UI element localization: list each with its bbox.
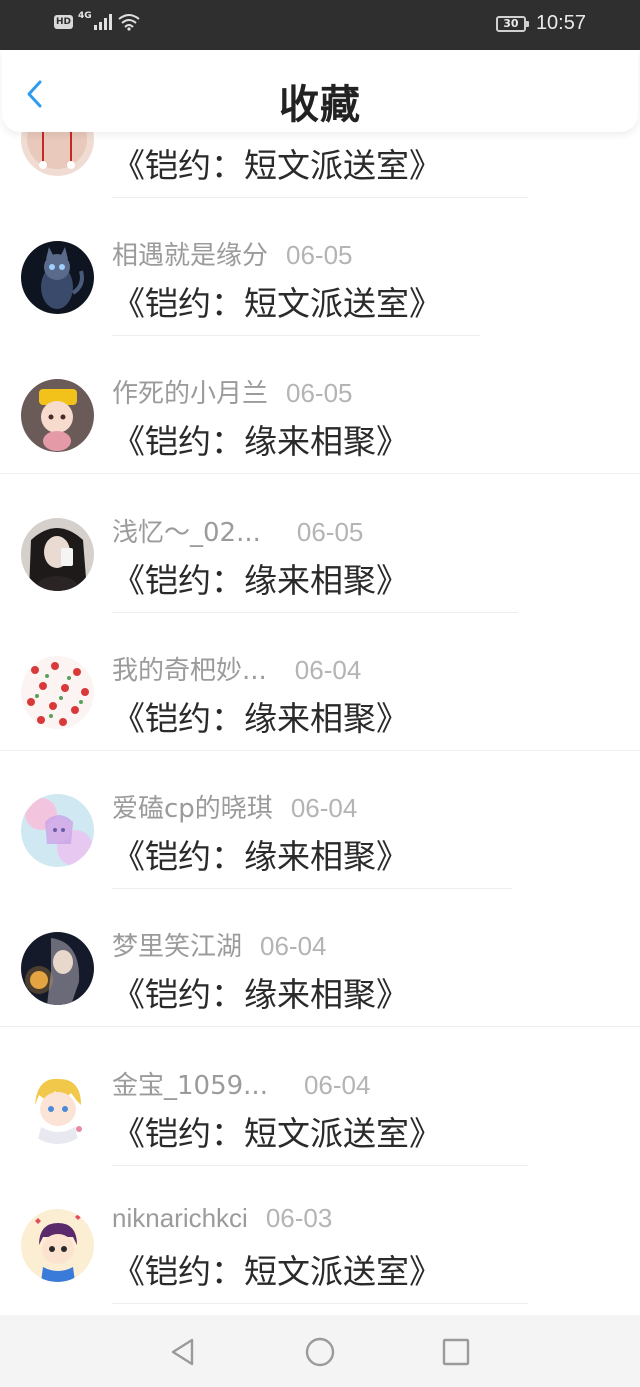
item-meta: 浅忆～_02... 06-05 — [112, 512, 363, 549]
nav-home-button[interactable] — [303, 1335, 337, 1369]
post-date: 06-04 — [260, 931, 327, 961]
post-date: 06-05 — [286, 240, 353, 270]
triangle-back-icon — [171, 1338, 194, 1366]
item-meta: 爱磕cp的晓琪 06-04 — [112, 788, 357, 825]
list-item[interactable]: 我的奇杷妙... 06-04 《铠约：缘来相聚》 — [0, 628, 640, 766]
hd-badge: HD — [54, 15, 74, 29]
author-name[interactable]: niknarichkci — [112, 1203, 248, 1234]
status-left: HD 4G — [54, 11, 140, 31]
circle-home-icon — [305, 1337, 335, 1367]
item-title: 《铠约：缘来相聚》 — [112, 837, 409, 876]
item-title: 《铠约：短文派送室》 — [112, 1114, 442, 1153]
item-meta: 梦里笑江湖 06-04 — [112, 926, 327, 963]
avatar[interactable] — [21, 1071, 94, 1144]
avatar[interactable] — [21, 932, 94, 1005]
wifi-icon — [118, 14, 140, 31]
avatar[interactable] — [21, 1209, 94, 1282]
author-name[interactable]: 爱磕cp的晓琪 — [112, 788, 273, 825]
divider — [112, 1303, 528, 1304]
status-bar: HD 4G 30 10:57 — [0, 0, 640, 50]
battery-icon: 30 — [495, 15, 529, 32]
list-item[interactable]: 梦里笑江湖 06-04 《铠约：缘来相聚》 — [0, 904, 640, 1042]
item-meta: 相遇就是缘分 06-05 — [112, 235, 353, 272]
divider — [112, 888, 512, 889]
item-title: 《铠约：缘来相聚》 — [112, 975, 409, 1014]
item-meta: 作死的小月兰 06-05 — [112, 373, 353, 410]
list-item[interactable]: niknarichkci 06-03 《铠约：短文派送室》 — [0, 1181, 640, 1319]
nav-back-button[interactable] — [166, 1335, 200, 1369]
author-name[interactable]: 金宝_1059... — [112, 1065, 268, 1102]
nav-recents-button[interactable] — [439, 1335, 473, 1369]
square-recents-icon — [442, 1338, 470, 1366]
divider — [0, 1026, 640, 1027]
clock: 10:57 — [535, 12, 586, 34]
divider — [0, 473, 640, 474]
avatar[interactable] — [21, 794, 94, 867]
signal-icon — [93, 14, 112, 30]
item-title: 《铠约：短文派送室》 — [112, 146, 442, 185]
item-title: 《铠约：缘来相聚》 — [112, 561, 409, 600]
item-meta: niknarichkci 06-03 — [112, 1203, 332, 1234]
post-date: 06-04 — [303, 1070, 371, 1100]
author-name[interactable]: 浅忆～_02... — [112, 512, 261, 549]
divider — [112, 612, 518, 613]
battery-level: 30 — [503, 16, 519, 30]
system-nav-bar — [0, 1315, 640, 1387]
item-meta: 金宝_1059... 06-04 — [112, 1065, 370, 1102]
post-date: 06-03 — [265, 1203, 333, 1233]
divider — [0, 750, 640, 751]
author-name[interactable]: 相遇就是缘分 — [112, 235, 268, 272]
list-item[interactable]: 浅忆～_02... 06-05 《铠约：缘来相聚》 — [0, 490, 640, 628]
list-item[interactable]: 金宝_1059... 06-04 《铠约：短文派送室》 — [0, 1043, 640, 1181]
list-item[interactable]: 爱磕cp的晓琪 06-04 《铠约：缘来相聚》 — [0, 766, 640, 904]
list-item[interactable]: 作死的小月兰 06-05 《铠约：缘来相聚》 — [0, 351, 640, 489]
post-date: 06-04 — [294, 655, 362, 685]
post-date: 06-05 — [296, 517, 364, 547]
author-name[interactable]: 梦里笑江湖 — [112, 926, 242, 963]
divider — [112, 1165, 528, 1166]
author-name[interactable]: 我的奇杷妙... — [112, 650, 267, 687]
avatar[interactable] — [21, 241, 94, 314]
divider — [112, 335, 480, 336]
author-name[interactable]: 作死的小月兰 — [112, 373, 268, 410]
avatar[interactable] — [21, 379, 94, 452]
app-header: 收藏 — [2, 50, 638, 132]
post-date: 06-05 — [286, 378, 353, 408]
post-date: 06-04 — [290, 793, 358, 823]
item-title: 《铠约：短文派送室》 — [112, 284, 442, 323]
item-title: 《铠约：缘来相聚》 — [112, 422, 409, 461]
status-right: 30 10:57 — [495, 12, 586, 35]
item-title: 《铠约：缘来相聚》 — [112, 699, 409, 738]
network-label: 4G — [78, 11, 92, 21]
divider — [112, 197, 528, 198]
avatar[interactable] — [21, 518, 94, 591]
item-meta: 我的奇杷妙... 06-04 — [112, 650, 361, 687]
list-item[interactable]: 相遇就是缘分 06-05 《铠约：短文派送室》 — [0, 213, 640, 351]
screen: 《铠约：短文派送室》 相遇就是缘分 06-05 《铠约：短文派送室》 作死的小月… — [0, 0, 640, 1387]
item-title: 《铠约：短文派送室》 — [112, 1252, 442, 1291]
page-title: 收藏 — [279, 82, 361, 128]
avatar[interactable] — [21, 656, 94, 729]
